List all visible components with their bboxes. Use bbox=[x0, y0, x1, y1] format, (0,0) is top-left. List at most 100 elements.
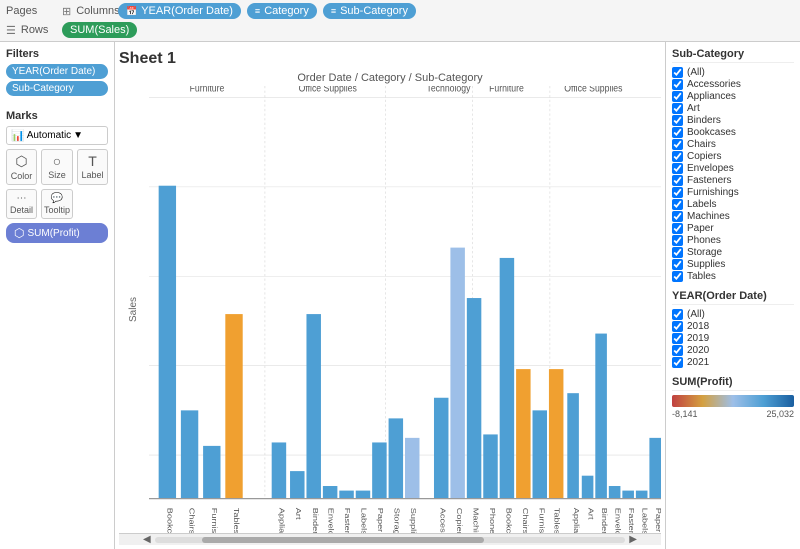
bar-art-2019[interactable] bbox=[582, 476, 594, 499]
sub-category-pill[interactable]: ≡ Sub-Category bbox=[323, 3, 416, 19]
label-mark[interactable]: T Label bbox=[77, 149, 108, 185]
sub-category-checkbox-16[interactable] bbox=[672, 259, 683, 270]
sub-category-label-16: Supplies bbox=[687, 259, 725, 270]
sub-category-item-16[interactable]: Supplies bbox=[672, 259, 794, 270]
sub-category-checkbox-14[interactable] bbox=[672, 235, 683, 246]
sub-category-checkbox-11[interactable] bbox=[672, 199, 683, 210]
sub-category-item-3[interactable]: Art bbox=[672, 103, 794, 114]
sub-category-checkbox-17[interactable] bbox=[672, 271, 683, 282]
detail-mark[interactable]: ⋯ Detail bbox=[6, 189, 37, 219]
year-checkbox-0[interactable] bbox=[672, 309, 683, 320]
sub-category-item-12[interactable]: Machines bbox=[672, 211, 794, 222]
sub-category-checkbox-5[interactable] bbox=[672, 127, 683, 138]
sub-category-checkbox-10[interactable] bbox=[672, 187, 683, 198]
sub-category-checkbox-1[interactable] bbox=[672, 79, 683, 90]
sub-category-item-1[interactable]: Accessories bbox=[672, 79, 794, 90]
sub-category-checkbox-7[interactable] bbox=[672, 151, 683, 162]
bar-bookcases-2019[interactable] bbox=[500, 258, 514, 499]
bar-storage-2018[interactable] bbox=[389, 418, 403, 498]
auto-select[interactable]: 📊 Automatic ▼ bbox=[6, 126, 108, 145]
bar-supplies-2018[interactable] bbox=[405, 438, 419, 499]
bar-copiers-2018[interactable] bbox=[450, 248, 464, 499]
year-item-1[interactable]: 2018 bbox=[672, 321, 794, 332]
year-checkbox-1[interactable] bbox=[672, 321, 683, 332]
sub-category-label-0: (All) bbox=[687, 67, 705, 78]
bar-paper-2019[interactable] bbox=[649, 438, 661, 499]
bar-labels-2019[interactable] bbox=[636, 491, 648, 499]
sub-category-checkbox-8[interactable] bbox=[672, 163, 683, 174]
color-mark[interactable]: ⬡ Color bbox=[6, 149, 37, 185]
scroll-track[interactable] bbox=[155, 537, 626, 543]
scroll-left-arrow[interactable]: ◀ bbox=[139, 534, 155, 545]
sub-category-checkbox-9[interactable] bbox=[672, 175, 683, 186]
sub-category-item-14[interactable]: Phones bbox=[672, 235, 794, 246]
sub-category-checkbox-0[interactable] bbox=[672, 67, 683, 78]
bar-binders-2019[interactable] bbox=[595, 334, 607, 499]
year-item-2[interactable]: 2019 bbox=[672, 333, 794, 344]
scroll-thumb[interactable] bbox=[202, 537, 484, 543]
filter-subcategory-pill[interactable]: Sub-Category bbox=[6, 81, 108, 96]
year-filter-section: YEAR(Order Date) (All)2018201920202021 bbox=[672, 290, 794, 368]
bar-furnishings-2018[interactable] bbox=[203, 446, 220, 499]
bar-bookcases-2018[interactable] bbox=[159, 186, 176, 499]
scroll-right-arrow[interactable]: ▶ bbox=[625, 534, 641, 545]
sub-category-item-17[interactable]: Tables bbox=[672, 271, 794, 282]
sub-category-checkbox-12[interactable] bbox=[672, 211, 683, 222]
sub-category-item-13[interactable]: Paper bbox=[672, 223, 794, 234]
sub-category-item-11[interactable]: Labels bbox=[672, 199, 794, 210]
marks-title: Marks bbox=[6, 110, 108, 122]
bar-tables-2018[interactable] bbox=[225, 314, 242, 499]
sub-category-checkbox-2[interactable] bbox=[672, 91, 683, 102]
bar-tables-2019[interactable] bbox=[549, 369, 563, 499]
bar-fasteners-2018[interactable] bbox=[339, 491, 353, 499]
bottom-scrollbar[interactable]: ◀ ▶ bbox=[119, 533, 661, 545]
bar-fasteners-2019[interactable] bbox=[622, 491, 634, 499]
bar-appliances-2019[interactable] bbox=[567, 393, 579, 498]
bar-paper-2018[interactable] bbox=[372, 442, 386, 498]
bar-labels-2018[interactable] bbox=[356, 491, 370, 499]
sub-category-item-7[interactable]: Copiers bbox=[672, 151, 794, 162]
year-item-4[interactable]: 2021 bbox=[672, 357, 794, 368]
year-item-0[interactable]: (All) bbox=[672, 309, 794, 320]
sub-category-checkbox-3[interactable] bbox=[672, 103, 683, 114]
sub-category-checkbox-13[interactable] bbox=[672, 223, 683, 234]
bar-envelopes-2018[interactable] bbox=[323, 486, 337, 499]
bar-phones-2018[interactable] bbox=[483, 434, 497, 498]
tooltip-mark[interactable]: 💬 Tooltip bbox=[41, 189, 73, 219]
sub-category-item-6[interactable]: Chairs bbox=[672, 139, 794, 150]
filter-year-pill[interactable]: YEAR(Order Date) bbox=[6, 64, 108, 79]
color-label: Color bbox=[11, 171, 33, 181]
bar-machines-2018[interactable] bbox=[467, 298, 481, 499]
bar-art-2018[interactable] bbox=[290, 471, 304, 499]
year-item-3[interactable]: 2020 bbox=[672, 345, 794, 356]
sub-category-item-4[interactable]: Binders bbox=[672, 115, 794, 126]
sub-category-item-5[interactable]: Bookcases bbox=[672, 127, 794, 138]
sub-category-item-2[interactable]: Appliances bbox=[672, 91, 794, 102]
year-checkbox-4[interactable] bbox=[672, 357, 683, 368]
sub-category-item-10[interactable]: Furnishings bbox=[672, 187, 794, 198]
year-checkbox-3[interactable] bbox=[672, 345, 683, 356]
sub-category-item-9[interactable]: Fasteners bbox=[672, 175, 794, 186]
columns-label: ⊞ Columns bbox=[62, 5, 112, 18]
year-checkbox-2[interactable] bbox=[672, 333, 683, 344]
bar-accessories-2018[interactable] bbox=[434, 398, 448, 499]
sub-category-checkbox-4[interactable] bbox=[672, 115, 683, 126]
size-mark[interactable]: ○ Size bbox=[41, 149, 73, 185]
year-list: (All)2018201920202021 bbox=[672, 309, 794, 368]
sub-category-item-0[interactable]: (All) bbox=[672, 67, 794, 78]
bar-binders-2018[interactable] bbox=[306, 314, 320, 499]
sub-category-item-8[interactable]: Envelopes bbox=[672, 163, 794, 174]
sub-category-checkbox-6[interactable] bbox=[672, 139, 683, 150]
sum-sales-pill[interactable]: SUM(Sales) bbox=[62, 22, 137, 38]
svg-text:Binders: Binders bbox=[311, 508, 320, 533]
sub-category-checkbox-15[interactable] bbox=[672, 247, 683, 258]
bar-appliances-2018[interactable] bbox=[272, 442, 286, 498]
sub-category-item-15[interactable]: Storage bbox=[672, 247, 794, 258]
bar-furnishings-2019[interactable] bbox=[533, 410, 547, 498]
category-pill[interactable]: ≡ Category bbox=[247, 3, 317, 19]
year-order-date-pill[interactable]: 📅 YEAR(Order Date) bbox=[118, 3, 241, 19]
bar-envelopes-2019[interactable] bbox=[609, 486, 621, 499]
bar-chairs-2019[interactable] bbox=[516, 369, 530, 499]
sum-profit-pill[interactable]: ⬡ SUM(Profit) bbox=[6, 223, 108, 243]
bar-chairs-2018[interactable] bbox=[181, 410, 198, 498]
